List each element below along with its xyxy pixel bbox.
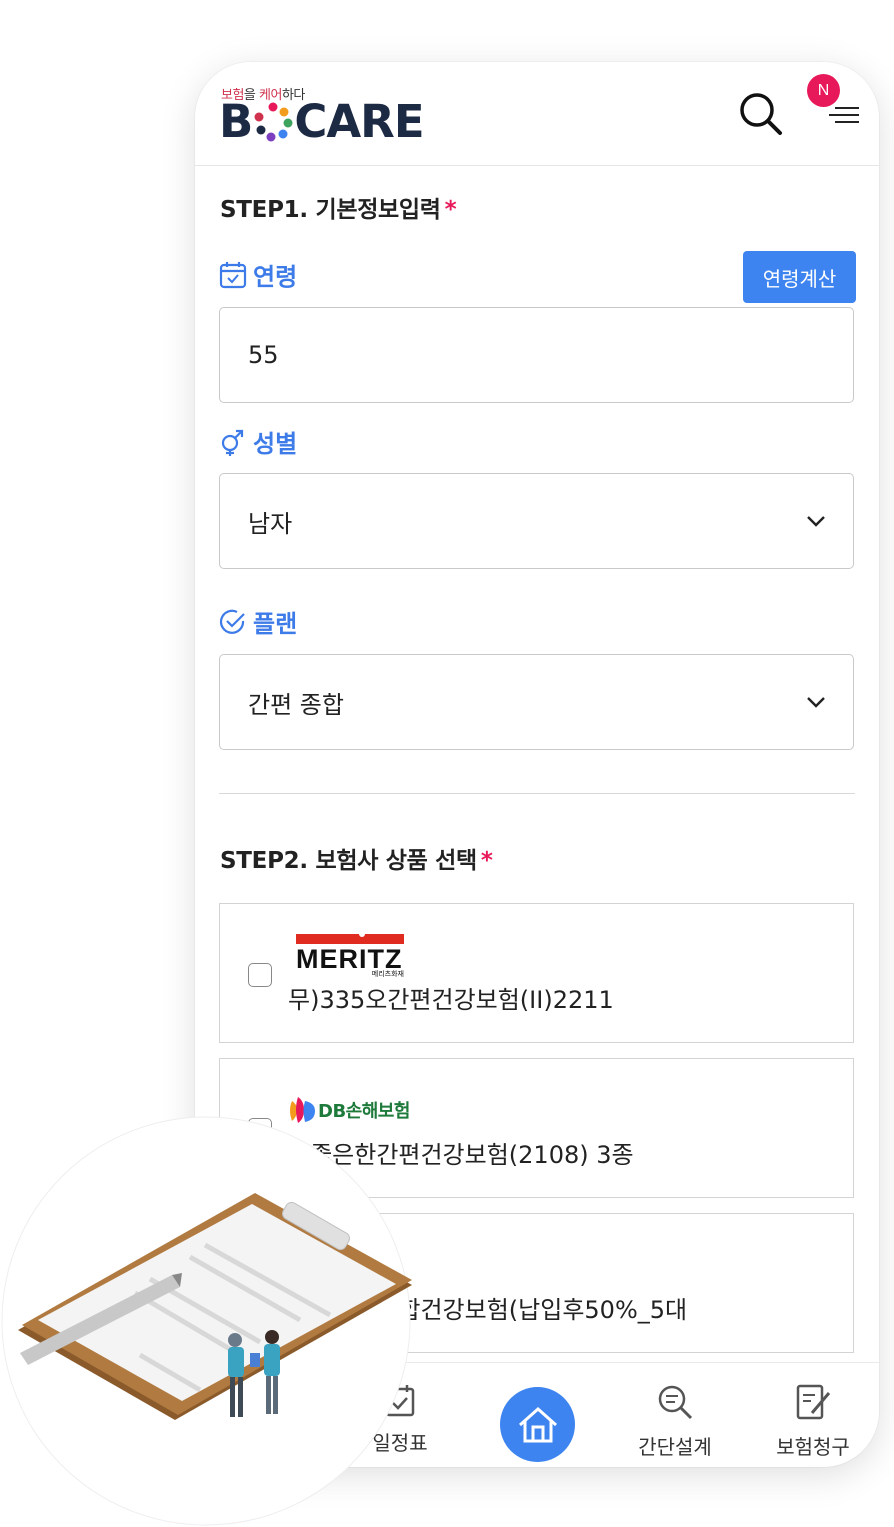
age-label: 연령 [219, 257, 297, 292]
search-button[interactable] [735, 88, 787, 140]
check-circle-icon [219, 609, 245, 634]
notification-badge[interactable]: N [807, 74, 840, 107]
age-input[interactable]: 55 [219, 307, 854, 403]
nav-claim[interactable]: 보험청구 [758, 1383, 868, 1460]
edit-doc-icon [796, 1384, 831, 1420]
meritz-logo: MERITZ 메리츠화재 [296, 931, 404, 979]
gender-icon [221, 429, 244, 456]
required-mark: * [480, 848, 493, 874]
chevron-down-icon [807, 516, 825, 527]
logo-letter-b: B [219, 95, 253, 148]
chevron-down-icon [807, 697, 825, 708]
plan-select[interactable]: 간편 종합 [219, 654, 854, 750]
step2-title: STEP2. 보험사 상품 선택 * [220, 848, 493, 874]
nav-simple-design[interactable]: 간단설계 [620, 1383, 730, 1460]
section-divider [219, 793, 855, 794]
clipboard-illustration [1, 1116, 412, 1526]
logo-ring-icon [254, 102, 293, 142]
nav-home[interactable] [500, 1387, 575, 1462]
logo-letters: CARE [294, 95, 424, 148]
gender-selected-value: 남자 [248, 509, 293, 538]
app-header: 보험을 케어하다 B CARE N [195, 62, 879, 166]
required-mark: * [444, 197, 457, 223]
bocare-logo[interactable]: B CARE [219, 95, 425, 148]
gender-select[interactable]: 남자 [219, 473, 854, 569]
step1-title: STEP1. 기본정보입력 * [220, 197, 457, 223]
home-icon [518, 1406, 557, 1442]
age-value: 55 [248, 341, 279, 369]
product-checkbox[interactable] [248, 963, 272, 987]
calendar-icon [219, 261, 247, 288]
product-card[interactable]: MERITZ 메리츠화재 무)335오간편건강보험(II)2211 [219, 903, 854, 1043]
gender-label: 성별 [219, 424, 297, 459]
search-icon [740, 93, 782, 135]
plan-selected-value: 간편 종합 [248, 690, 344, 719]
age-calc-button[interactable]: 연령계산 [743, 251, 856, 303]
search-doc-icon [658, 1385, 693, 1420]
plan-label: 플랜 [219, 604, 297, 639]
product-name: 무)335오간편건강보험(II)2211 [288, 986, 614, 1014]
